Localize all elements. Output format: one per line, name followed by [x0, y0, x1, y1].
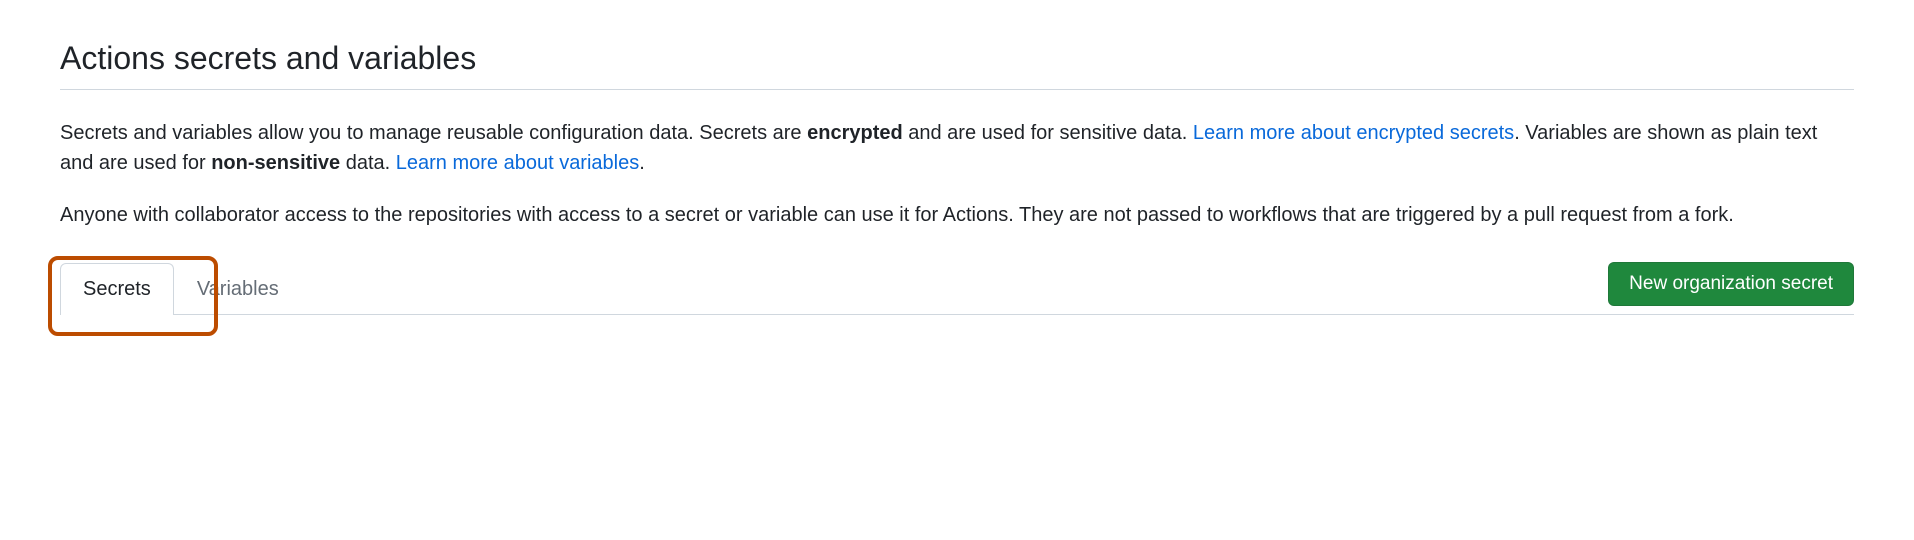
learn-more-variables-link[interactable]: Learn more about variables — [396, 152, 639, 174]
desc-text: data. — [340, 152, 396, 174]
tabs-row: Secrets Variables New organization secre… — [60, 262, 1854, 315]
desc-text: and are used for sensitive data. — [903, 122, 1193, 144]
learn-more-secrets-link[interactable]: Learn more about encrypted secrets — [1193, 122, 1514, 144]
desc-text: . — [639, 152, 645, 174]
description-paragraph-2: Anyone with collaborator access to the r… — [60, 200, 1854, 230]
tab-variables[interactable]: Variables — [174, 263, 302, 315]
tabs-container: Secrets Variables — [60, 262, 302, 314]
tab-secrets[interactable]: Secrets — [60, 263, 174, 315]
desc-text: Secrets and variables allow you to manag… — [60, 122, 807, 144]
desc-bold-encrypted: encrypted — [807, 122, 903, 144]
page-title: Actions secrets and variables — [60, 40, 1854, 90]
desc-bold-nonsensitive: non-sensitive — [211, 152, 340, 174]
description-paragraph-1: Secrets and variables allow you to manag… — [60, 118, 1854, 178]
new-organization-secret-button[interactable]: New organization secret — [1608, 262, 1854, 306]
